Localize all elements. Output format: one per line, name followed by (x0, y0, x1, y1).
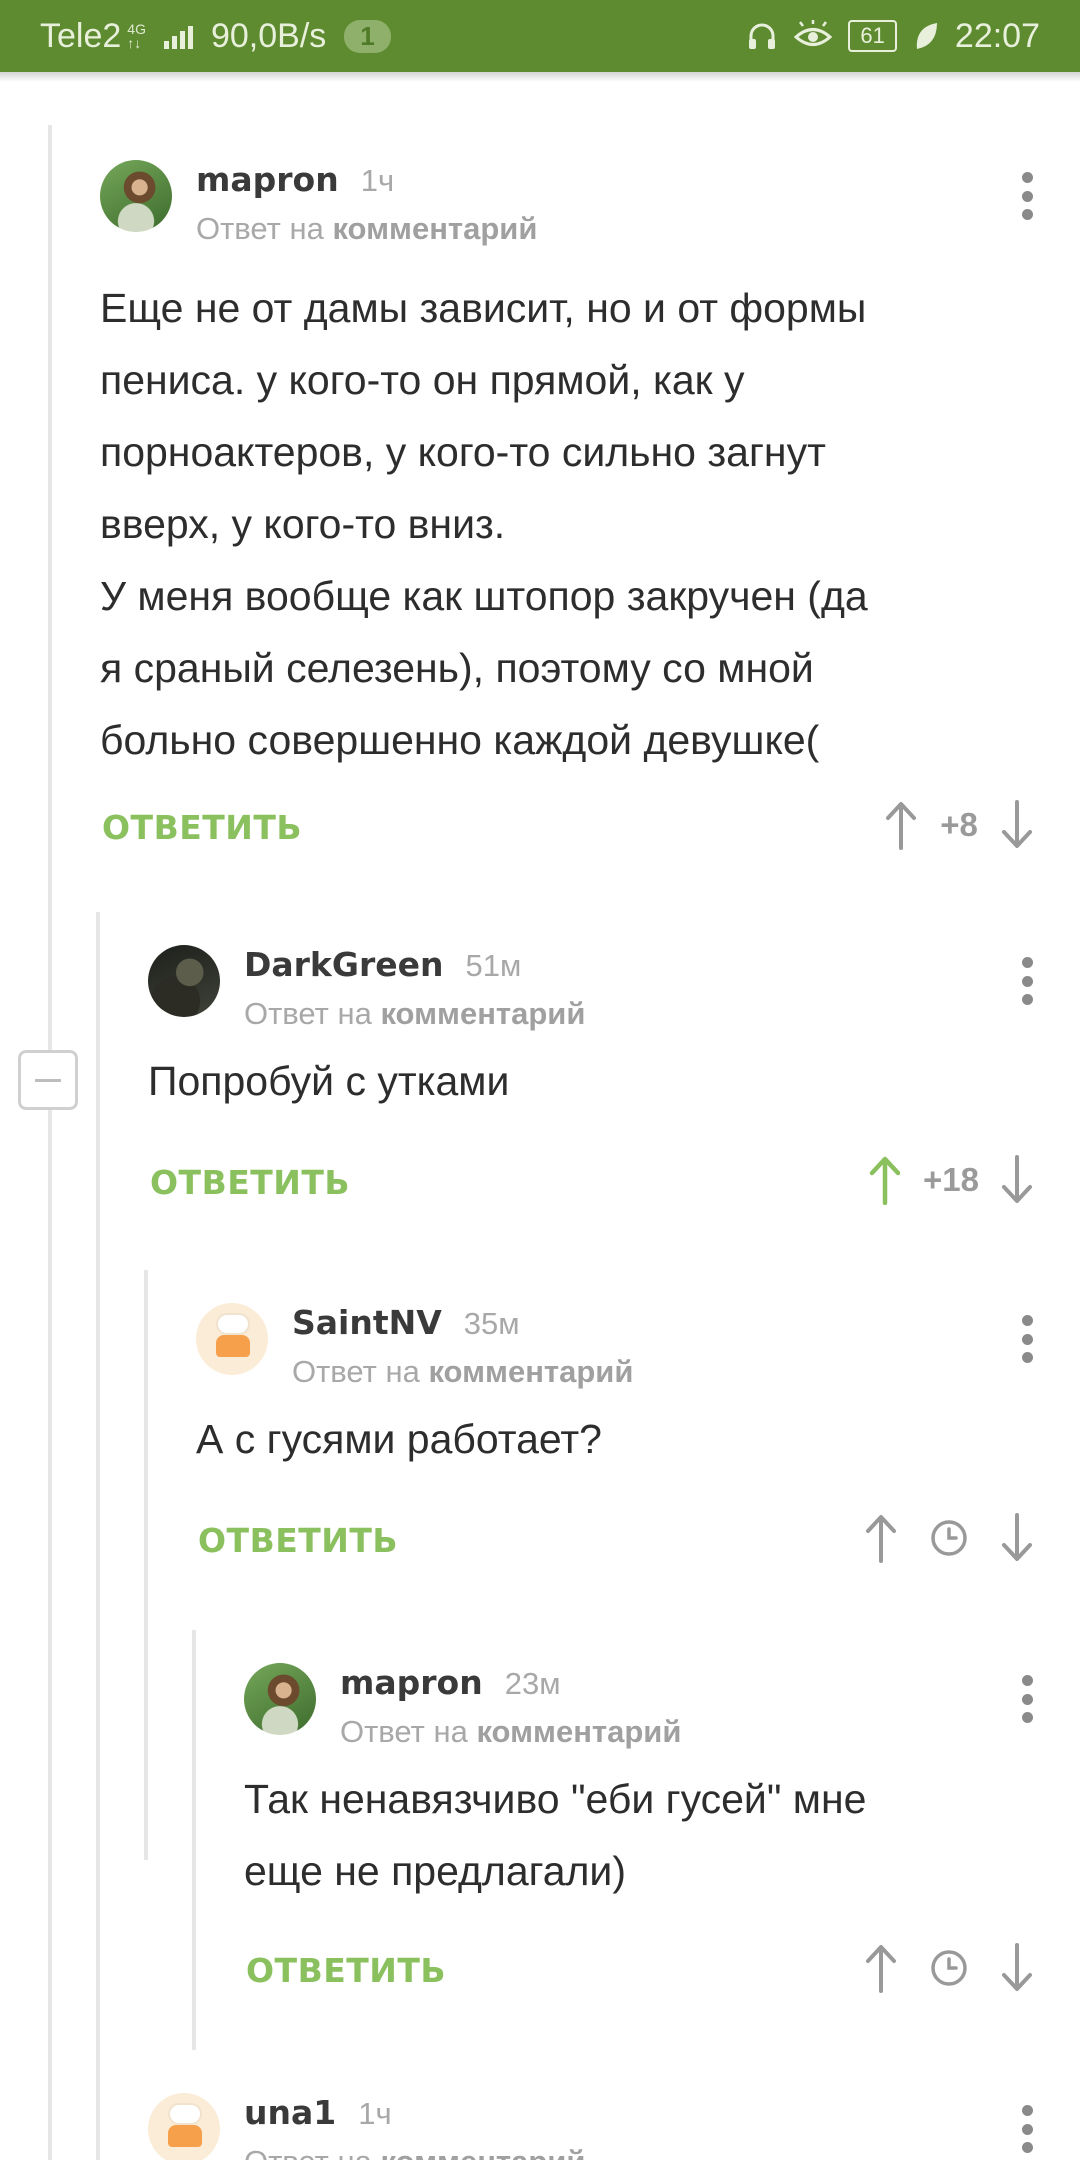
comment-text: Так ненавязчиво "еби гусей" мне еще не п… (244, 1776, 867, 1894)
avatar[interactable] (148, 945, 220, 1017)
reply-button[interactable]: ОТВЕТИТЬ (246, 1951, 446, 1990)
avatar[interactable] (100, 160, 172, 232)
vote-score: +18 (923, 1161, 979, 1198)
comment-header: SaintNV 35м Ответ на комментарий (196, 1303, 1035, 1389)
reply-button[interactable]: ОТВЕТИТЬ (198, 1521, 398, 1560)
username[interactable]: mapron (196, 160, 339, 199)
comment-time: 1ч (358, 2096, 392, 2131)
downvote-arrow-icon[interactable] (999, 1513, 1035, 1563)
reply-to-line: Ответ на комментарий (196, 211, 538, 246)
network-type: 4G ↑↓ (127, 21, 146, 51)
reply-to-link[interactable]: комментарий (332, 211, 537, 246)
more-options-icon[interactable] (1019, 2105, 1035, 2153)
toolbar-shadow (0, 72, 1080, 82)
reply-button[interactable]: ОТВЕТИТЬ (150, 1163, 350, 1202)
more-options-icon[interactable] (1019, 1315, 1035, 1363)
comment-header: mapron 23м Ответ на комментарий (244, 1663, 1035, 1749)
vote-score: +8 (940, 806, 978, 843)
clock-icon (931, 1520, 967, 1556)
downvote-arrow-icon[interactable] (999, 1155, 1035, 1205)
vote-controls: +8 (883, 800, 1035, 850)
avatar[interactable] (244, 1663, 316, 1735)
upvote-arrow-icon[interactable] (863, 1513, 899, 1563)
comment-header: DarkGreen 51м Ответ на комментарий (148, 945, 1035, 1031)
reply-to-line: Ответ на комментарий (340, 1714, 682, 1749)
vote-controls (863, 1943, 1035, 1993)
comment-header: una1 1ч Ответ на комментарий (148, 2093, 1035, 2160)
avatar[interactable] (148, 2093, 220, 2160)
upvote-arrow-icon[interactable] (883, 800, 919, 850)
thread-line-level-2 (144, 1270, 148, 1860)
battery-indicator: 61 (848, 20, 897, 52)
comment-time: 23м (504, 1666, 561, 1701)
upvote-arrow-icon[interactable] (867, 1155, 903, 1205)
downvote-arrow-icon[interactable] (999, 1943, 1035, 1993)
username[interactable]: mapron (340, 1663, 483, 1702)
more-options-icon[interactable] (1019, 172, 1035, 220)
collapse-thread-button[interactable] (18, 1050, 78, 1110)
reply-to-link[interactable]: комментарий (380, 2144, 585, 2160)
comment-time: 35м (463, 1306, 520, 1341)
username[interactable]: una1 (244, 2093, 336, 2132)
comment-time: 1ч (360, 163, 395, 198)
notification-count-badge: 1 (344, 19, 391, 53)
headphones-icon (749, 23, 776, 49)
comment-text: А с гусями работает? (196, 1416, 602, 1462)
clock-time: 22:07 (954, 16, 1040, 55)
thread-line-level-3 (192, 1630, 196, 2050)
thread-line-level-1 (96, 912, 100, 2160)
comment: mapron 23м Ответ на комментарий Так ненав… (244, 1663, 1035, 2003)
status-bar: Tele2 4G ↑↓ 90,0B/s 1 61 22:07 (0, 0, 1080, 72)
reply-to-link[interactable]: комментарий (476, 1714, 681, 1749)
thread-line-level-0 (48, 125, 52, 2160)
signal-icon (163, 23, 193, 49)
avatar[interactable] (196, 1303, 268, 1375)
eye-icon (794, 20, 833, 46)
comment: DarkGreen 51м Ответ на комментарий Попроб… (148, 945, 1035, 1225)
reply-to-line: Ответ на комментарий (244, 2144, 585, 2160)
clock-icon (931, 1950, 967, 1986)
more-options-icon[interactable] (1019, 957, 1035, 1005)
upvote-arrow-icon[interactable] (863, 1943, 899, 1993)
network-speed: 90,0B/s (210, 16, 327, 55)
reply-to-line: Ответ на комментарий (292, 1354, 634, 1389)
comment: una1 1ч Ответ на комментарий (148, 2093, 1035, 2160)
username[interactable]: DarkGreen (244, 945, 444, 984)
reply-to-link[interactable]: комментарий (380, 996, 585, 1031)
reply-to-line: Ответ на комментарий (244, 996, 586, 1031)
comment-text: Еще не от дамы зависит, но и от формы пе… (100, 285, 868, 763)
reply-button[interactable]: ОТВЕТИТЬ (102, 808, 302, 847)
downvote-arrow-icon[interactable] (999, 800, 1035, 850)
username[interactable]: SaintNV (292, 1303, 442, 1342)
vote-controls: +18 (867, 1155, 1035, 1205)
reply-to-link[interactable]: комментарий (428, 1354, 633, 1389)
comment-time: 51м (465, 948, 522, 983)
comment: SaintNV 35м Ответ на комментарий А с гуся… (196, 1303, 1035, 1583)
vote-controls (863, 1513, 1035, 1563)
comment-header: mapron 1ч Ответ на комментарий (100, 160, 1035, 246)
leaf-icon (916, 23, 937, 49)
comment: mapron 1ч Ответ на комментарий Еще не от … (100, 160, 1035, 860)
more-options-icon[interactable] (1019, 1675, 1035, 1723)
comment-text: Попробуй с утками (148, 1058, 510, 1104)
carrier-name: Tele2 (40, 16, 122, 55)
